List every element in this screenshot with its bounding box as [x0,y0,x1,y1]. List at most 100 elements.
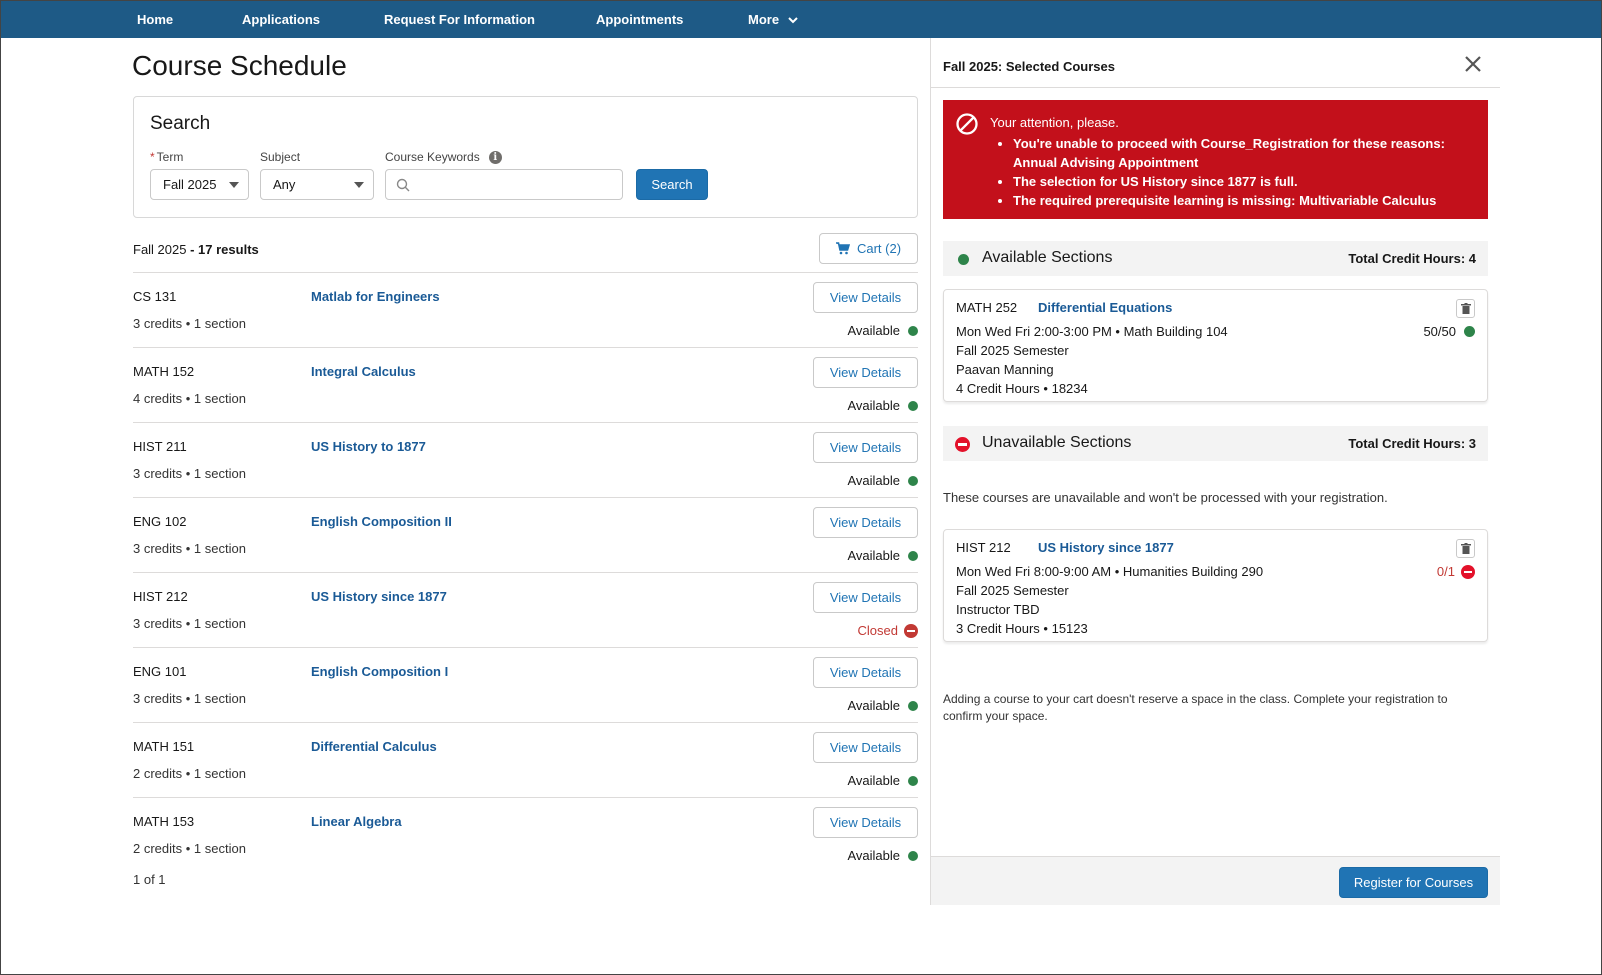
section-schedule: Mon Wed Fri 8:00-9:00 AM • Humanities Bu… [956,564,1264,579]
search-button[interactable]: Search [636,169,708,200]
caret-down-icon [354,182,364,188]
section-code: HIST 212 [956,540,1011,555]
alert-reason: The selection for US History since 1877 … [1013,172,1483,191]
course-title-link[interactable]: English Composition II [311,514,452,529]
section-title-link[interactable]: Differential Equations [1038,300,1172,315]
unavailable-sections-title: Unavailable Sections [982,434,1132,451]
available-dot-icon [908,550,918,561]
course-title-link[interactable]: Differential Calculus [311,739,437,754]
seats-count: 0/1 [1436,564,1455,579]
course-list: CS 131 Matlab for Engineers 3 credits • 1 … [133,272,918,872]
available-sections-header: Available Sections Total Credit Hours: 4 [943,241,1488,276]
section-schedule: Mon Wed Fri 2:00-3:00 PM • Math Building… [956,324,1228,339]
results-term: Fall 2025 [133,242,187,257]
course-status: Closed [858,623,918,638]
available-dot-icon [908,775,918,786]
course-meta: 3 credits • 1 section [133,316,246,331]
nav-more[interactable]: More [748,12,799,27]
seats-count: 50/50 [1423,324,1456,339]
unavailable-section-card: HIST 212 US History since 1877 Mon Wed F… [943,529,1488,642]
nav-request-for-information[interactable]: Request For Information [384,12,535,27]
top-navigation: Home Applications Request For Informatio… [1,1,1601,38]
course-status-text: Available [847,773,900,788]
alert-reason: You're unable to proceed with Course_Reg… [1013,134,1483,172]
course-row: HIST 212 US History since 1877 3 credits •… [133,572,918,647]
nav-more-label: More [748,12,780,27]
alert-reason: The required prerequisite learning is mi… [1013,191,1483,210]
course-row: CS 131 Matlab for Engineers 3 credits • 1 … [133,272,918,347]
course-code: ENG 101 [133,664,187,679]
alert-reasons: You're unable to proceed with Course_Reg… [1013,134,1483,210]
course-row: ENG 102 English Composition II 3 credits •… [133,497,918,572]
view-details-button[interactable]: View Details [813,582,918,613]
view-details-button[interactable]: View Details [813,507,918,538]
view-details-button[interactable]: View Details [813,432,918,463]
course-status-text: Closed [857,623,898,638]
results-count: 17 results [198,242,259,257]
course-meta: 3 credits • 1 section [133,466,246,481]
keywords-input-wrapper [385,169,623,200]
panel-title: Fall 2025: Selected Courses [943,59,1115,74]
course-title-link[interactable]: US History to 1877 [311,439,426,454]
chevron-down-icon [788,16,798,23]
course-title-link[interactable]: Linear Algebra [311,814,402,829]
trash-icon[interactable] [1456,299,1475,318]
view-details-button[interactable]: View Details [813,657,918,688]
page-title: Course Schedule [132,50,347,81]
course-meta: 2 credits • 1 section [133,841,246,856]
available-dot-icon [1464,326,1475,337]
course-code: MATH 151 [133,739,195,754]
course-code: HIST 211 [133,439,187,454]
course-code: MATH 152 [133,364,195,379]
course-status: Available [847,548,918,563]
view-details-button[interactable]: View Details [813,282,918,313]
cart-button[interactable]: Cart (2) [819,233,918,264]
required-asterisk: * [150,150,155,164]
course-title-link[interactable]: US History since 1877 [311,589,447,604]
course-status: Available [847,698,918,713]
results-summary: Fall 2025 - 17 results [133,242,259,257]
view-details-button[interactable]: View Details [813,732,918,763]
nav-appointments[interactable]: Appointments [596,12,683,27]
course-status-text: Available [847,323,900,338]
keywords-input[interactable] [414,176,614,194]
search-card: Search * Term Fall 2025 Subject Any Cour… [133,96,918,218]
available-credits: Total Credit Hours: 4 [1348,251,1476,266]
view-details-button[interactable]: View Details [813,807,918,838]
search-heading: Search [150,113,211,134]
trash-icon[interactable] [1456,539,1475,558]
unavailable-minus-icon [1461,564,1475,579]
section-semester: Fall 2025 Semester [956,343,1069,358]
course-meta: 3 credits • 1 section [133,616,246,631]
available-dot-icon [908,850,918,861]
view-details-button[interactable]: View Details [813,357,918,388]
course-code: HIST 212 [133,589,188,604]
section-seats: 50/50 [1423,324,1475,339]
nav-applications[interactable]: Applications [242,12,320,27]
info-icon[interactable]: i [488,150,502,164]
subject-label: Subject [260,150,301,164]
course-status: Available [847,848,918,863]
course-code: MATH 153 [133,814,195,829]
available-dot-icon [958,254,969,265]
keywords-label: Course Keywords i [385,150,502,164]
register-for-courses-button[interactable]: Register for Courses [1339,867,1488,898]
close-icon[interactable] [1463,54,1483,74]
course-status-text: Available [847,473,900,488]
course-title-link[interactable]: Matlab for Engineers [311,289,440,304]
ban-icon [956,113,978,135]
term-label: * Term [150,150,183,164]
course-status-text: Available [847,398,900,413]
term-select[interactable]: Fall 2025 [150,169,249,200]
nav-home[interactable]: Home [137,12,173,27]
cart-icon [835,242,850,255]
course-title-link[interactable]: English Composition I [311,664,448,679]
term-select-value: Fall 2025 [163,177,217,192]
course-status-text: Available [847,848,900,863]
subject-select[interactable]: Any [260,169,374,200]
available-section-card: MATH 252 Differential Equations Mon Wed … [943,289,1488,402]
course-title-link[interactable]: Integral Calculus [311,364,416,379]
available-dot-icon [908,475,918,486]
course-meta: 2 credits • 1 section [133,766,246,781]
section-title-link[interactable]: US History since 1877 [1038,540,1174,555]
